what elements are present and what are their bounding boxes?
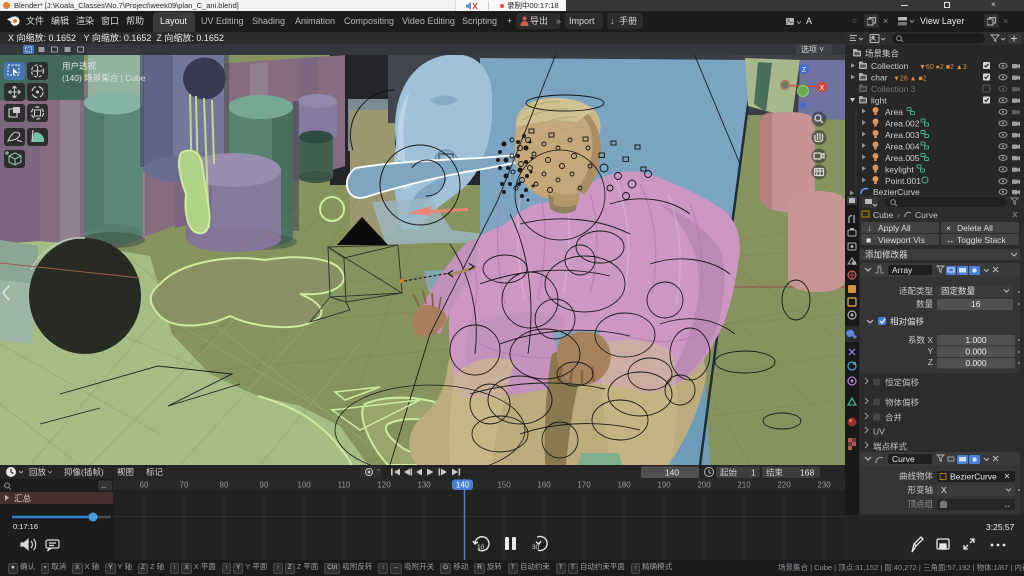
- svg-text:Array: Array: [892, 265, 913, 275]
- svg-text:■: ■: [866, 235, 871, 245]
- svg-text:Z: Z: [928, 357, 933, 367]
- svg-text:1: 1: [751, 468, 756, 478]
- svg-text:210: 210: [737, 481, 751, 490]
- svg-text:180: 180: [617, 481, 631, 490]
- svg-text:170: 170: [577, 481, 591, 490]
- svg-text:用户透视: 用户透视: [62, 61, 97, 71]
- svg-text:Toggle Stack: Toggle Stack: [957, 235, 1006, 245]
- svg-text:150: 150: [497, 481, 511, 490]
- svg-text:曲线物体: 曲线物体: [899, 471, 934, 481]
- svg-text:Z: Z: [802, 67, 807, 74]
- svg-text:恒定偏移: 恒定偏移: [885, 378, 920, 388]
- svg-text:↔: ↔: [1003, 500, 1012, 510]
- svg-text:0:17:16: 0:17:16: [13, 522, 38, 531]
- svg-text:数量: 数量: [916, 299, 934, 309]
- svg-text:合并: 合并: [885, 413, 903, 423]
- svg-text:适配类型: 适配类型: [899, 286, 934, 296]
- svg-text:230: 230: [817, 481, 831, 490]
- svg-text:3:25:57: 3:25:57: [986, 522, 1015, 532]
- svg-text:Delete All: Delete All: [957, 223, 993, 233]
- svg-text:Collection: Collection: [871, 61, 909, 71]
- svg-text:↔: ↔: [946, 235, 955, 245]
- svg-text:汇总: 汇总: [14, 494, 32, 504]
- svg-text:UV: UV: [873, 427, 885, 437]
- svg-text:Curve: Curve: [892, 454, 915, 464]
- svg-text:light: light: [871, 96, 887, 106]
- svg-text:0.000: 0.000: [965, 358, 987, 368]
- svg-text:keylight: keylight: [885, 165, 914, 175]
- svg-text:140: 140: [456, 481, 470, 490]
- svg-text:1.000: 1.000: [965, 335, 987, 345]
- svg-text:30: 30: [532, 544, 540, 551]
- svg-text:120: 120: [377, 481, 391, 490]
- svg-text:0.000: 0.000: [965, 347, 987, 357]
- svg-text:系数 X: 系数 X: [908, 335, 933, 345]
- svg-text:Y: Y: [927, 346, 933, 356]
- svg-text:90: 90: [260, 481, 269, 490]
- svg-text:168: 168: [800, 468, 814, 478]
- svg-text:100: 100: [297, 481, 311, 490]
- svg-text:Area.004: Area.004: [885, 142, 920, 152]
- svg-text:140: 140: [665, 468, 679, 478]
- svg-text:×: ×: [946, 223, 951, 233]
- svg-text:190: 190: [657, 481, 671, 490]
- svg-text:Viewport Vis: Viewport Vis: [878, 235, 925, 245]
- svg-text:▼60 ●2 ■2 ▲3: ▼60 ●2 ■2 ▲3: [919, 64, 967, 71]
- svg-text:80: 80: [220, 481, 229, 490]
- svg-text:200: 200: [697, 481, 711, 490]
- svg-text:相对偏移: 相对偏移: [890, 317, 925, 327]
- svg-text:↓: ↓: [867, 223, 871, 233]
- svg-text:形变轴: 形变轴: [907, 485, 933, 495]
- svg-text:端点样式: 端点样式: [873, 442, 908, 452]
- svg-text:Cube: Cube: [873, 210, 894, 220]
- svg-text:选项 ˅: 选项 ˅: [801, 44, 824, 54]
- svg-text:场景集合: 场景集合: [865, 49, 900, 59]
- svg-text:160: 160: [537, 481, 551, 490]
- svg-text:BezierCurve: BezierCurve: [950, 472, 997, 482]
- svg-text:抑像(插帧): 抑像(插帧): [64, 467, 104, 477]
- svg-text:添加修改器: 添加修改器: [865, 250, 908, 260]
- svg-text:顶点组: 顶点组: [907, 499, 933, 509]
- svg-text:Collection 3: Collection 3: [871, 84, 916, 94]
- svg-text:60: 60: [140, 481, 149, 490]
- svg-text:↔: ↔: [100, 482, 108, 491]
- svg-text:Area.002: Area.002: [885, 119, 920, 129]
- svg-text:视图: 视图: [117, 467, 134, 477]
- svg-text:16: 16: [971, 299, 981, 309]
- svg-text:220: 220: [777, 481, 791, 490]
- svg-text:起始: 起始: [720, 468, 738, 478]
- svg-text:Area: Area: [885, 107, 903, 117]
- svg-text:char: char: [871, 73, 888, 83]
- svg-text:(140) 场景集合 | Cube: (140) 场景集合 | Cube: [62, 73, 146, 83]
- svg-text:Point.001: Point.001: [885, 176, 921, 186]
- svg-text:结束: 结束: [766, 468, 784, 478]
- svg-text:X: X: [941, 485, 947, 495]
- svg-text:Curve: Curve: [915, 210, 938, 220]
- svg-text:标记: 标记: [146, 467, 164, 477]
- svg-text:▼26 ▲ ■2: ▼26 ▲ ■2: [893, 76, 927, 83]
- svg-text:›: ›: [897, 210, 900, 220]
- svg-text:Area.005: Area.005: [885, 153, 920, 163]
- svg-text:回放: 回放: [29, 467, 47, 477]
- svg-text:物体偏移: 物体偏移: [885, 398, 920, 408]
- svg-text:Apply All: Apply All: [878, 223, 911, 233]
- svg-text:固定数量: 固定数量: [941, 286, 976, 296]
- svg-text:130: 130: [417, 481, 431, 490]
- svg-text:Y: Y: [805, 79, 810, 86]
- svg-text:X: X: [820, 85, 825, 92]
- svg-text:70: 70: [180, 481, 189, 490]
- svg-text:110: 110: [338, 481, 351, 490]
- svg-text:10: 10: [477, 544, 485, 551]
- svg-text:Area.003: Area.003: [885, 130, 920, 140]
